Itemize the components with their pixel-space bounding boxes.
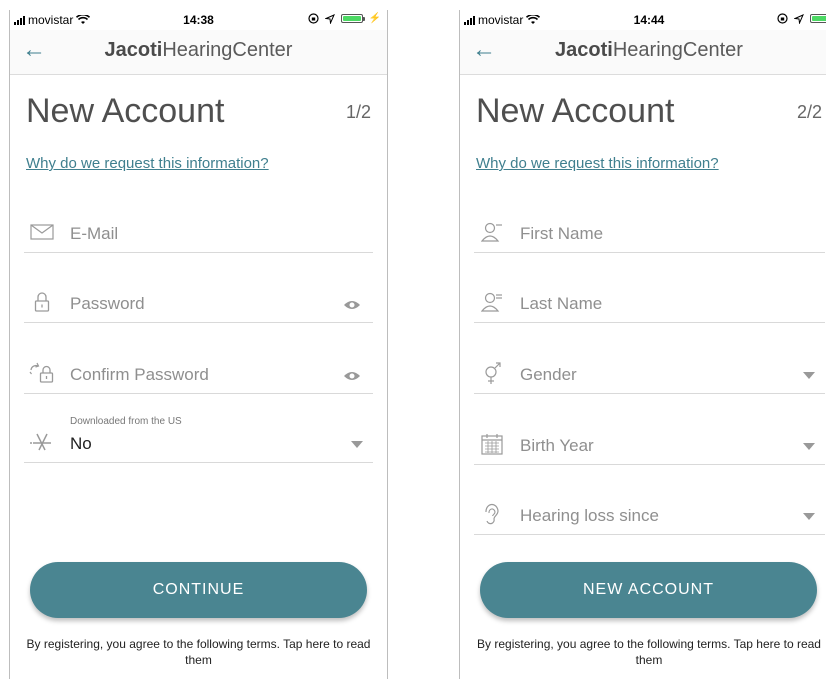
gender-placeholder: Gender <box>520 365 577 384</box>
new-account-button[interactable]: NEW ACCOUNT <box>480 562 817 618</box>
page-title: New Account <box>476 92 675 130</box>
dropdown-arrow-icon[interactable] <box>803 513 815 520</box>
birth-year-placeholder: Birth Year <box>520 436 594 455</box>
why-info-link[interactable]: Why do we request this information? <box>476 155 719 172</box>
terms-link[interactable]: By registering, you agree to the followi… <box>476 636 822 668</box>
gender-icon <box>478 361 506 385</box>
downloaded-from-us-select[interactable]: Downloaded from the US No <box>24 416 373 463</box>
show-password-eye-icon[interactable] <box>343 298 361 312</box>
brand-bold: Jacoti <box>555 39 613 61</box>
birth-year-select[interactable]: Birth Year <box>474 418 825 465</box>
battery-icon <box>340 14 365 23</box>
battery-icon <box>810 14 826 23</box>
envelope-icon <box>28 220 56 244</box>
dropdown-arrow-icon[interactable] <box>803 372 815 379</box>
account-screen-step-2: movistar 14:44 ← JacotiHearingCenter New… <box>459 10 826 679</box>
brand-rest: HearingCenter <box>612 39 743 61</box>
location-icon <box>324 13 335 24</box>
navigation-bar: ← JacotiHearingCenter <box>10 30 387 75</box>
password-placeholder: Password <box>70 294 145 313</box>
orientation-lock-icon <box>777 13 788 24</box>
page-title: New Account <box>26 92 225 130</box>
dropdown-arrow-icon[interactable] <box>803 443 815 450</box>
hearing-loss-since-select[interactable]: Hearing loss since <box>474 488 825 535</box>
account-screen-step-1: movistar 14:38 ⚡ ← JacotiHearingCenter N… <box>9 10 388 679</box>
email-field[interactable]: E-Mail <box>24 206 373 253</box>
downloaded-label: Downloaded from the US <box>70 416 182 427</box>
last-name-field[interactable]: Last Name <box>474 276 825 323</box>
confirm-password-placeholder: Confirm Password <box>70 365 209 384</box>
app-brand: JacotiHearingCenter <box>460 39 826 62</box>
confirm-password-field[interactable]: Confirm Password <box>24 347 373 394</box>
last-name-placeholder: Last Name <box>520 294 603 313</box>
ear-icon <box>478 502 506 526</box>
hearing-loss-since-placeholder: Hearing loss since <box>520 506 659 525</box>
status-icons <box>777 13 826 24</box>
app-store-icon <box>28 430 56 454</box>
password-field[interactable]: Password <box>24 276 373 323</box>
lock-icon <box>28 290 56 314</box>
show-confirm-password-eye-icon[interactable] <box>343 369 361 383</box>
gender-select[interactable]: Gender <box>474 347 825 394</box>
person-icon <box>478 220 506 244</box>
navigation-bar: ← JacotiHearingCenter <box>460 30 826 75</box>
downloaded-value: No <box>70 434 92 453</box>
first-name-field[interactable]: First Name <box>474 206 825 253</box>
status-bar: movistar 14:38 ⚡ <box>10 10 387 30</box>
person-lines-icon <box>478 290 506 314</box>
first-name-placeholder: First Name <box>520 224 604 243</box>
refresh-lock-icon <box>28 361 56 385</box>
calendar-icon <box>478 432 506 456</box>
app-brand: JacotiHearingCenter <box>10 39 387 62</box>
brand-rest: HearingCenter <box>162 39 293 61</box>
dropdown-arrow-icon[interactable] <box>351 441 363 448</box>
status-icons: ⚡ <box>307 13 381 24</box>
why-info-link[interactable]: Why do we request this information? <box>26 155 269 172</box>
charging-icon: ⚡ <box>368 13 381 24</box>
continue-button[interactable]: CONTINUE <box>30 562 367 618</box>
location-icon <box>794 13 804 24</box>
status-bar: movistar 14:44 <box>460 10 826 30</box>
brand-bold: Jacoti <box>104 39 163 61</box>
step-indicator: 2/2 <box>796 102 822 122</box>
status-time: 14:44 <box>633 13 665 27</box>
terms-link[interactable]: By registering, you agree to the followi… <box>26 636 371 668</box>
orientation-lock-icon <box>307 13 319 24</box>
email-placeholder: E-Mail <box>70 224 119 243</box>
step-indicator: 1/2 <box>345 102 371 122</box>
